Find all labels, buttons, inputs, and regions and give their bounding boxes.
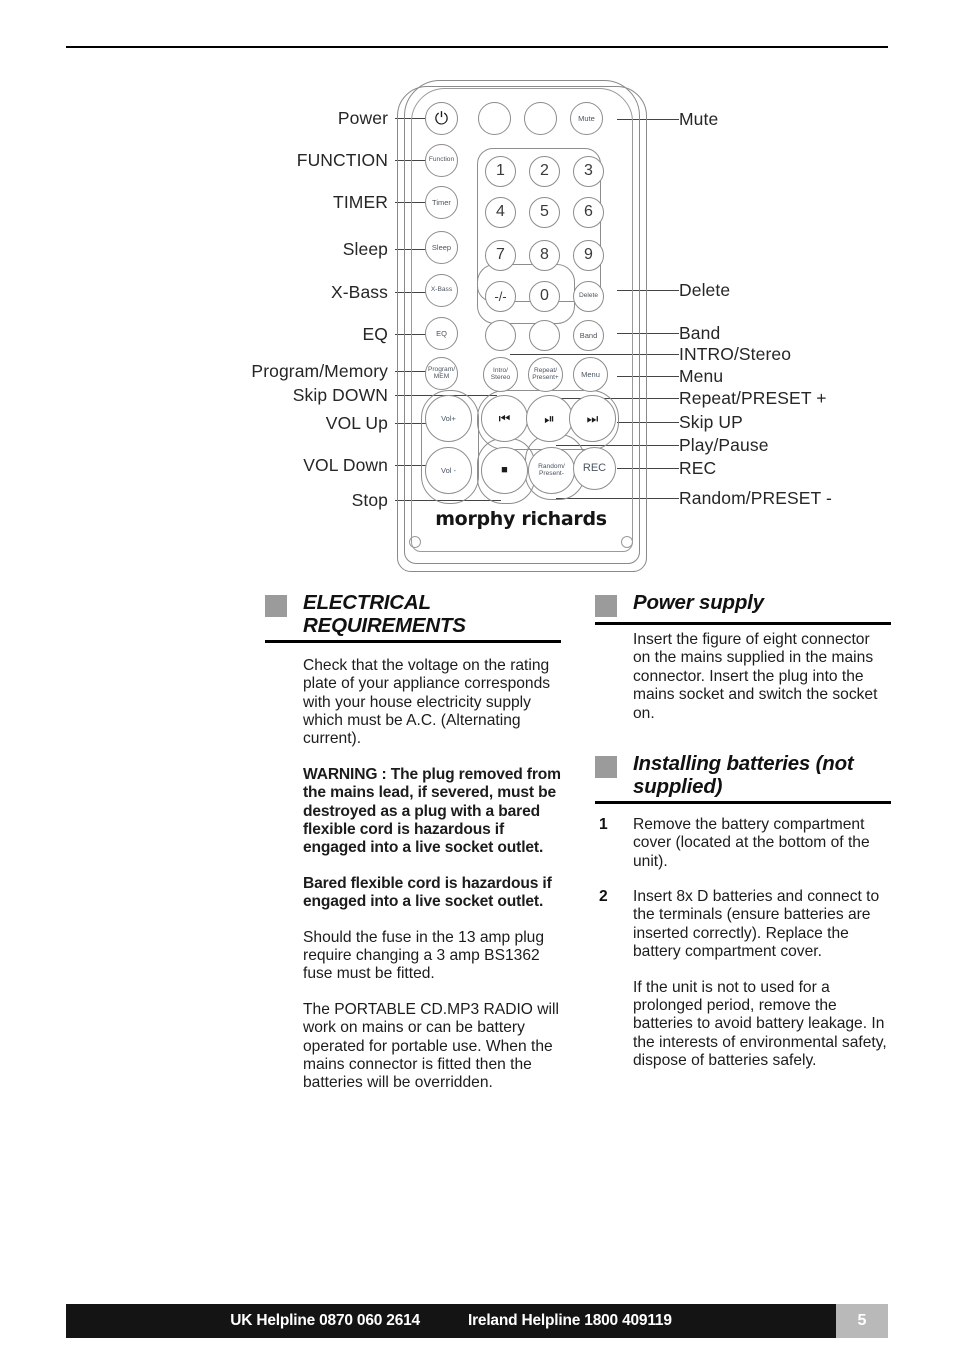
- function-button[interactable]: Function: [425, 144, 458, 177]
- program-mem-button[interactable]: Program/ MEM: [425, 357, 458, 390]
- repeat-preset-button[interactable]: Repeat/ Present+: [528, 357, 563, 392]
- key-6[interactable]: 6: [573, 197, 604, 228]
- sleep-button[interactable]: Sleep: [425, 231, 458, 264]
- skip-up-icon-button[interactable]: ⏭: [569, 395, 616, 442]
- timer-button[interactable]: Timer: [425, 186, 458, 219]
- skip-down-icon-button[interactable]: ⏮: [481, 395, 528, 442]
- key-7[interactable]: 7: [485, 240, 516, 271]
- battery-step-2-text-b: If the unit is not to used for a prolong…: [633, 978, 887, 1070]
- installing-batteries-body: 1 Remove the battery compartment cover (…: [595, 804, 891, 1071]
- label-x-bass: X-Bass: [330, 282, 388, 302]
- label-intro-stereo: INTRO/Stereo: [679, 344, 792, 364]
- power-supply-title: Power supply: [633, 591, 764, 614]
- battery-step-2-number: 2: [599, 888, 608, 906]
- blank-button-1[interactable]: [478, 102, 511, 135]
- blank-button-4[interactable]: [529, 320, 560, 351]
- label-eq: EQ: [362, 324, 388, 344]
- eq-button[interactable]: EQ: [425, 317, 458, 350]
- electrical-paragraph-1: Check that the voltage on the rating pla…: [303, 656, 551, 748]
- label-band: Band: [679, 323, 721, 343]
- label-function: FUNCTION: [296, 150, 388, 170]
- key-8[interactable]: 8: [529, 240, 560, 271]
- label-menu: Menu: [679, 366, 724, 386]
- section-marker-square: [595, 755, 617, 778]
- label-power: Power: [337, 108, 388, 128]
- right-text-column: Power supply Insert the figure of eight …: [595, 591, 891, 1088]
- key-2[interactable]: 2: [529, 156, 560, 187]
- intro-stereo-button[interactable]: Intro/ Stereo: [483, 357, 518, 392]
- power-supply-paragraph-1: Insert the figure of eight connector on …: [633, 631, 878, 722]
- key-9[interactable]: 9: [573, 240, 604, 271]
- label-stop: Stop: [351, 490, 388, 510]
- electrical-title: ELECTRICAL REQUIREMENTS: [303, 591, 466, 637]
- play-pause-icon-button[interactable]: ⏯: [526, 395, 573, 442]
- band-button[interactable]: Band: [573, 320, 604, 351]
- key-5[interactable]: 5: [529, 197, 560, 228]
- label-skip-up: Skip UP: [679, 412, 743, 432]
- installing-batteries-title: Installing batteries (not supplied): [633, 751, 854, 798]
- section-marker-square: [265, 595, 287, 617]
- blank-button-3[interactable]: [485, 320, 516, 351]
- section-installing-batteries: Installing batteries (not supplied) 1 Re…: [595, 751, 891, 1071]
- label-sleep: Sleep: [342, 239, 388, 259]
- volume-up-button[interactable]: Vol+: [425, 395, 472, 442]
- battery-step-1: 1 Remove the battery compartment cover (…: [595, 816, 891, 871]
- key-3[interactable]: 3: [573, 156, 604, 187]
- page-footer: UK Helpline 0870 060 2614 Ireland Helpli…: [66, 1304, 888, 1338]
- header-rule: [66, 46, 888, 48]
- electrical-warning-2: Bared flexible cord is hazardous if enga…: [303, 874, 552, 911]
- label-repeat-preset: Repeat/PRESET +: [679, 388, 827, 408]
- key-1[interactable]: 1: [485, 156, 516, 187]
- power-supply-heading: Power supply: [595, 591, 891, 620]
- section-power-supply: Power supply Insert the figure of eight …: [595, 591, 891, 723]
- delete-button[interactable]: Delete: [573, 281, 604, 312]
- label-skip-down: Skip DOWN: [292, 385, 388, 405]
- battery-step-1-text: Remove the battery compartment cover (lo…: [633, 815, 870, 870]
- page-number-badge: 5: [836, 1304, 888, 1338]
- blank-button-2[interactable]: [524, 102, 557, 135]
- x-bass-button[interactable]: X-Bass: [425, 274, 458, 307]
- footer-helplines: UK Helpline 0870 060 2614 Ireland Helpli…: [66, 1304, 888, 1338]
- volume-down-button[interactable]: Vol -: [425, 447, 472, 494]
- label-program-memory: Program/Memory: [251, 361, 388, 381]
- label-vol-up: VOL Up: [325, 413, 388, 433]
- label-rec: REC: [679, 458, 717, 478]
- random-preset-button[interactable]: Random/ Present-: [528, 447, 575, 494]
- brand-logo: morphy richards: [435, 508, 607, 530]
- remote-body: ⏻ Mute Function Timer Sleep X-Bass EQ Pr…: [397, 68, 647, 573]
- stop-icon-button[interactable]: ■: [481, 447, 528, 494]
- screw-hole-right: [621, 536, 633, 548]
- section-marker-square: [595, 595, 617, 617]
- uk-helpline: UK Helpline 0870 060 2614: [230, 1312, 420, 1329]
- key-0[interactable]: 0: [529, 281, 560, 312]
- label-mute: Mute: [679, 109, 719, 129]
- label-delete: Delete: [679, 280, 731, 300]
- installing-batteries-heading: Installing batteries (not supplied): [595, 751, 891, 799]
- label-play-pause: Play/Pause: [679, 435, 769, 455]
- electrical-heading: ELECTRICAL REQUIREMENTS: [265, 591, 561, 638]
- mute-button[interactable]: Mute: [570, 102, 603, 135]
- key-plus-minus[interactable]: -/-: [485, 281, 516, 312]
- battery-step-2-text: Insert 8x D batteries and connect to the…: [633, 888, 880, 961]
- screw-hole-left: [409, 536, 421, 548]
- electrical-body: Check that the voltage on the rating pla…: [265, 643, 561, 1093]
- remote-control-diagram: Power FUNCTION TIMER Sleep X-Bass EQ Pro…: [0, 60, 954, 580]
- battery-step-2: 2 Insert 8x D batteries and connect to t…: [595, 888, 891, 1071]
- ireland-helpline: Ireland Helpline 1800 409119: [467, 1312, 672, 1329]
- power-icon-button[interactable]: ⏻: [425, 102, 458, 135]
- rec-button[interactable]: REC: [573, 447, 616, 490]
- label-timer: TIMER: [333, 192, 388, 212]
- menu-button[interactable]: Menu: [573, 357, 608, 392]
- label-vol-down: VOL Down: [303, 455, 388, 475]
- key-4[interactable]: 4: [485, 197, 516, 228]
- left-text-column: ELECTRICAL REQUIREMENTS Check that the v…: [265, 591, 561, 1093]
- power-supply-body: Insert the figure of eight connector on …: [595, 625, 891, 723]
- battery-step-1-number: 1: [599, 815, 608, 833]
- label-random-preset: Random/PRESET -: [679, 488, 832, 508]
- electrical-paragraph-5: The PORTABLE CD.MP3 RADIO will work on m…: [303, 1000, 559, 1092]
- electrical-paragraph-4: Should the fuse in the 13 amp plug requi…: [303, 928, 545, 983]
- section-electrical-requirements: ELECTRICAL REQUIREMENTS Check that the v…: [265, 591, 561, 1093]
- electrical-warning-1: WARNING : The plug removed from the main…: [303, 765, 561, 857]
